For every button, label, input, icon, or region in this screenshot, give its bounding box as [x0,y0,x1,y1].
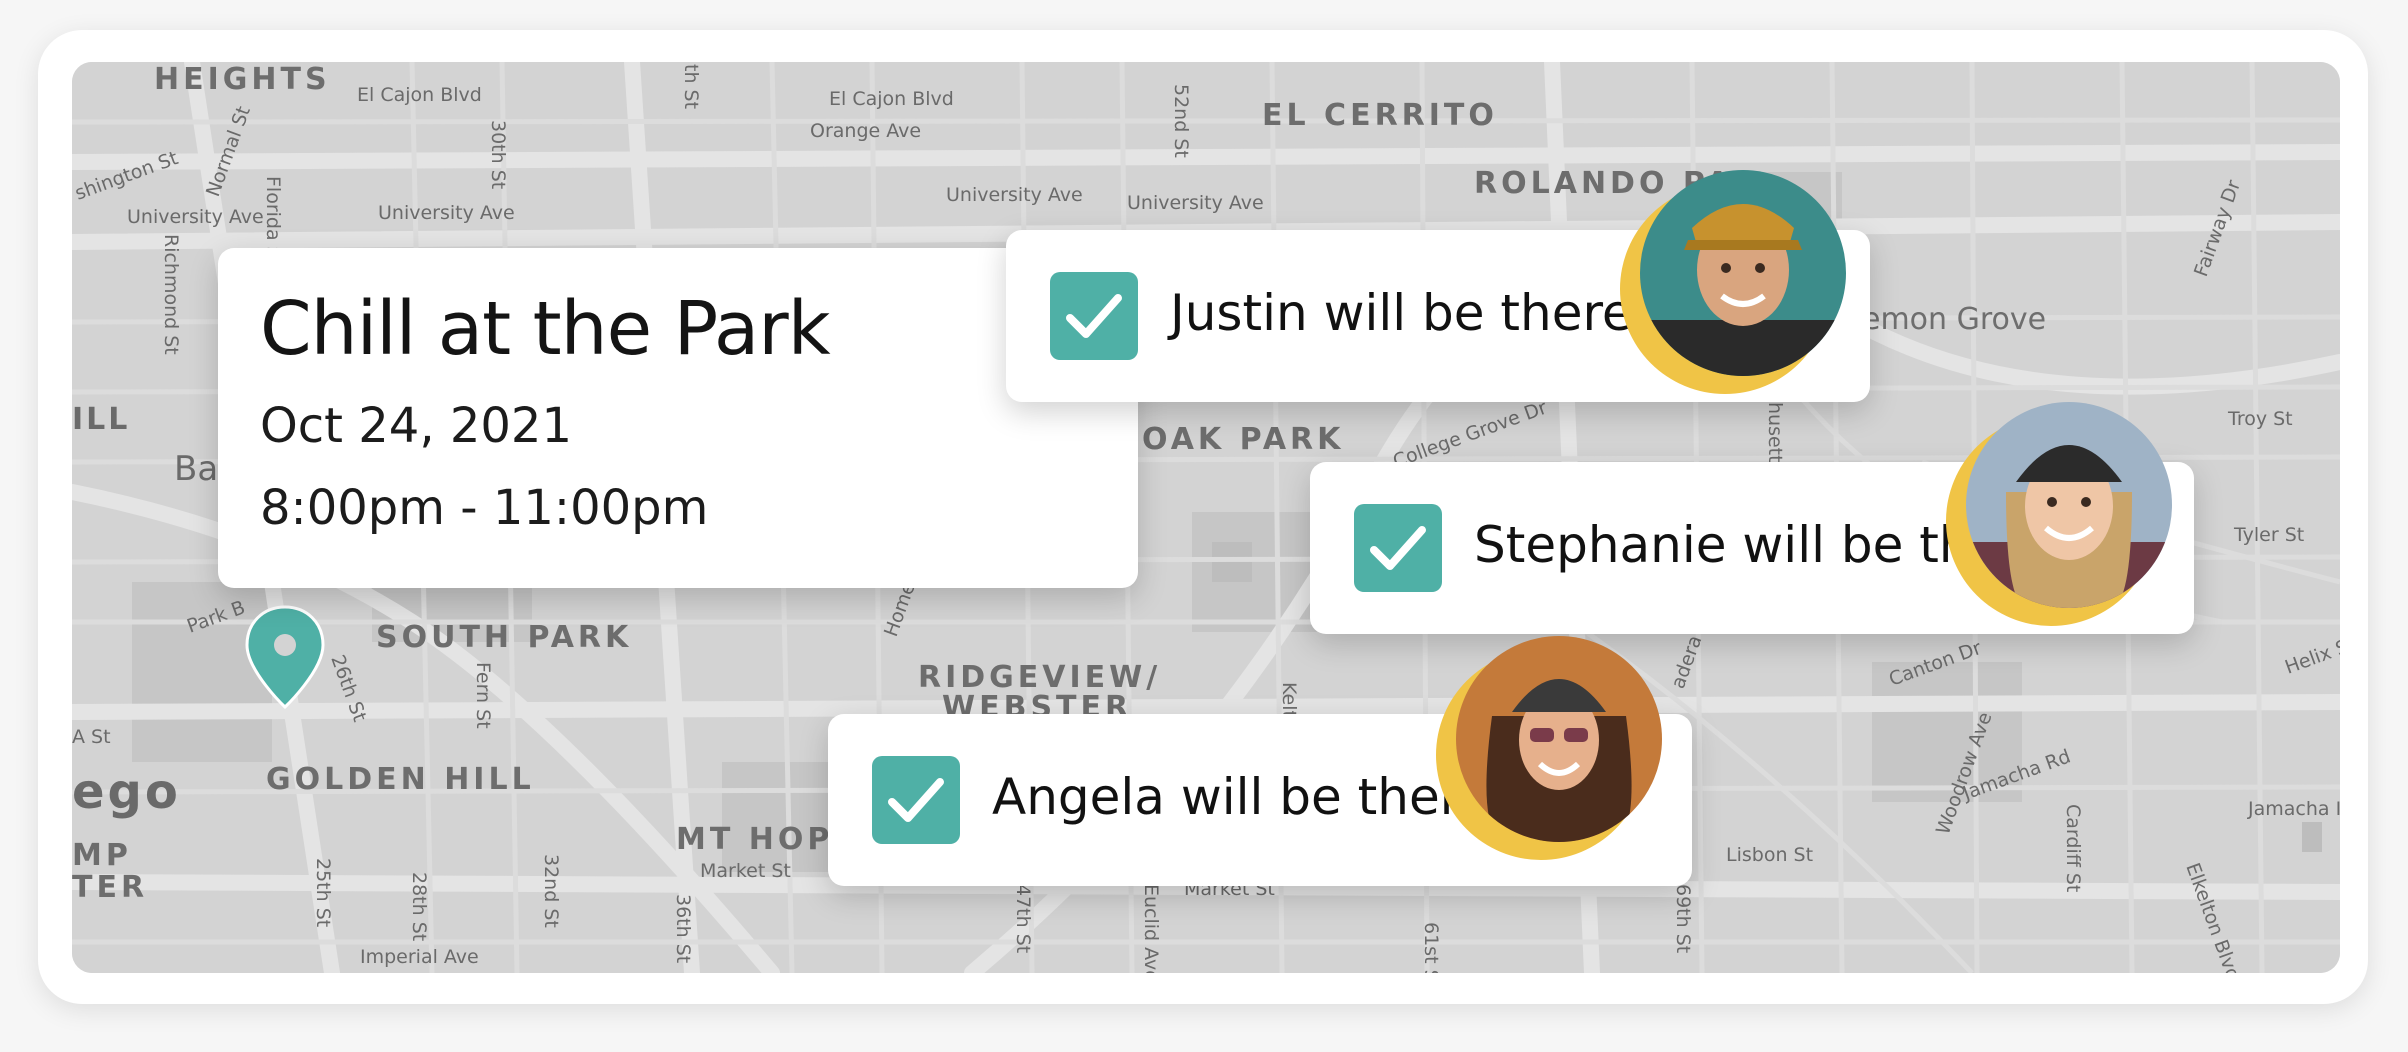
map-area-label: EL CERRITO [1262,98,1498,133]
map-street-label: th St [680,64,702,110]
avatar-angela [1436,636,1672,860]
map-street-label: Fern St [472,662,494,729]
map-street-label: 69th St [1672,884,1694,954]
avatar-justin [1620,170,1856,394]
map-street-label: 52nd St [1170,84,1192,158]
map-street-label: Imperial Ave [360,946,479,968]
map-street-label: 30th St [487,120,509,190]
event-card[interactable]: Chill at the Park Oct 24, 2021 8:00pm - … [218,248,1138,588]
map-area-label: TER [72,870,149,905]
check-icon [888,778,944,822]
event-date: Oct 24, 2021 [260,398,572,454]
avatar-photo [1456,636,1662,842]
check-icon [1066,294,1122,338]
map-street-label: University Ave [1127,192,1264,214]
map-street-label: A St [72,726,111,748]
map-area-label: SOUTH PARK [376,620,633,655]
avatar-photo [1640,170,1846,376]
map-area-label: MP [72,838,132,873]
map-street-label: Market St [700,860,791,882]
map-area-label: HEIGHTS [154,62,331,97]
checkbox[interactable] [1354,504,1442,592]
map-street-label: University Ave [378,202,515,224]
map-street-label: 32nd St [540,854,562,928]
map-area-label: emon Grove [1862,302,2047,337]
map-street-label: El Cajon Blvd [829,88,954,110]
map-street-label: 47th St [1012,884,1034,954]
map-street-label: Cardiff St [2062,804,2084,893]
check-icon [1370,526,1426,570]
map-area-label: GOLDEN HILL [266,762,535,797]
map-street-label: Euclid Ave [1140,884,1162,973]
map-street-label: Kelt [1278,682,1300,718]
avatar-stephanie [1946,402,2182,626]
map-street-label: Troy St [2228,408,2293,430]
rsvp-text: Justin will be there! [1170,284,1653,342]
map-street-label: Richmond St [160,234,182,355]
map-street-label: Orange Ave [810,120,922,142]
map-street-label: Jamacha I [2248,798,2340,820]
map-street-label: husett [1764,402,1786,463]
event-title: Chill at the Park [260,286,831,372]
map-street-label: 25th St [312,858,334,928]
map-street-label: University Ave [946,184,1083,206]
map-street-label: Lisbon St [1726,844,1814,866]
checkbox[interactable] [872,756,960,844]
map-street-label: 28th St [408,872,430,942]
event-time: 8:00pm - 11:00pm [260,480,709,536]
map-street-label: El Cajon Blvd [357,84,482,106]
map-area-label: OAK PARK [1142,422,1345,457]
checkbox[interactable] [1050,272,1138,360]
map-area-label: ego [72,764,181,820]
avatar-photo [1966,402,2172,608]
map-pin-icon[interactable] [245,605,325,709]
rsvp-text: Angela will be there! [992,768,1510,826]
map-street-label: Tyler St [2234,524,2305,546]
map-area-label: ILL [72,402,131,437]
map-street-label: University Ave [127,206,264,228]
map-street-label: 36th St [672,894,694,964]
map-street-label: 61st S [1420,922,1442,973]
map-area-label: Ba [174,449,219,489]
